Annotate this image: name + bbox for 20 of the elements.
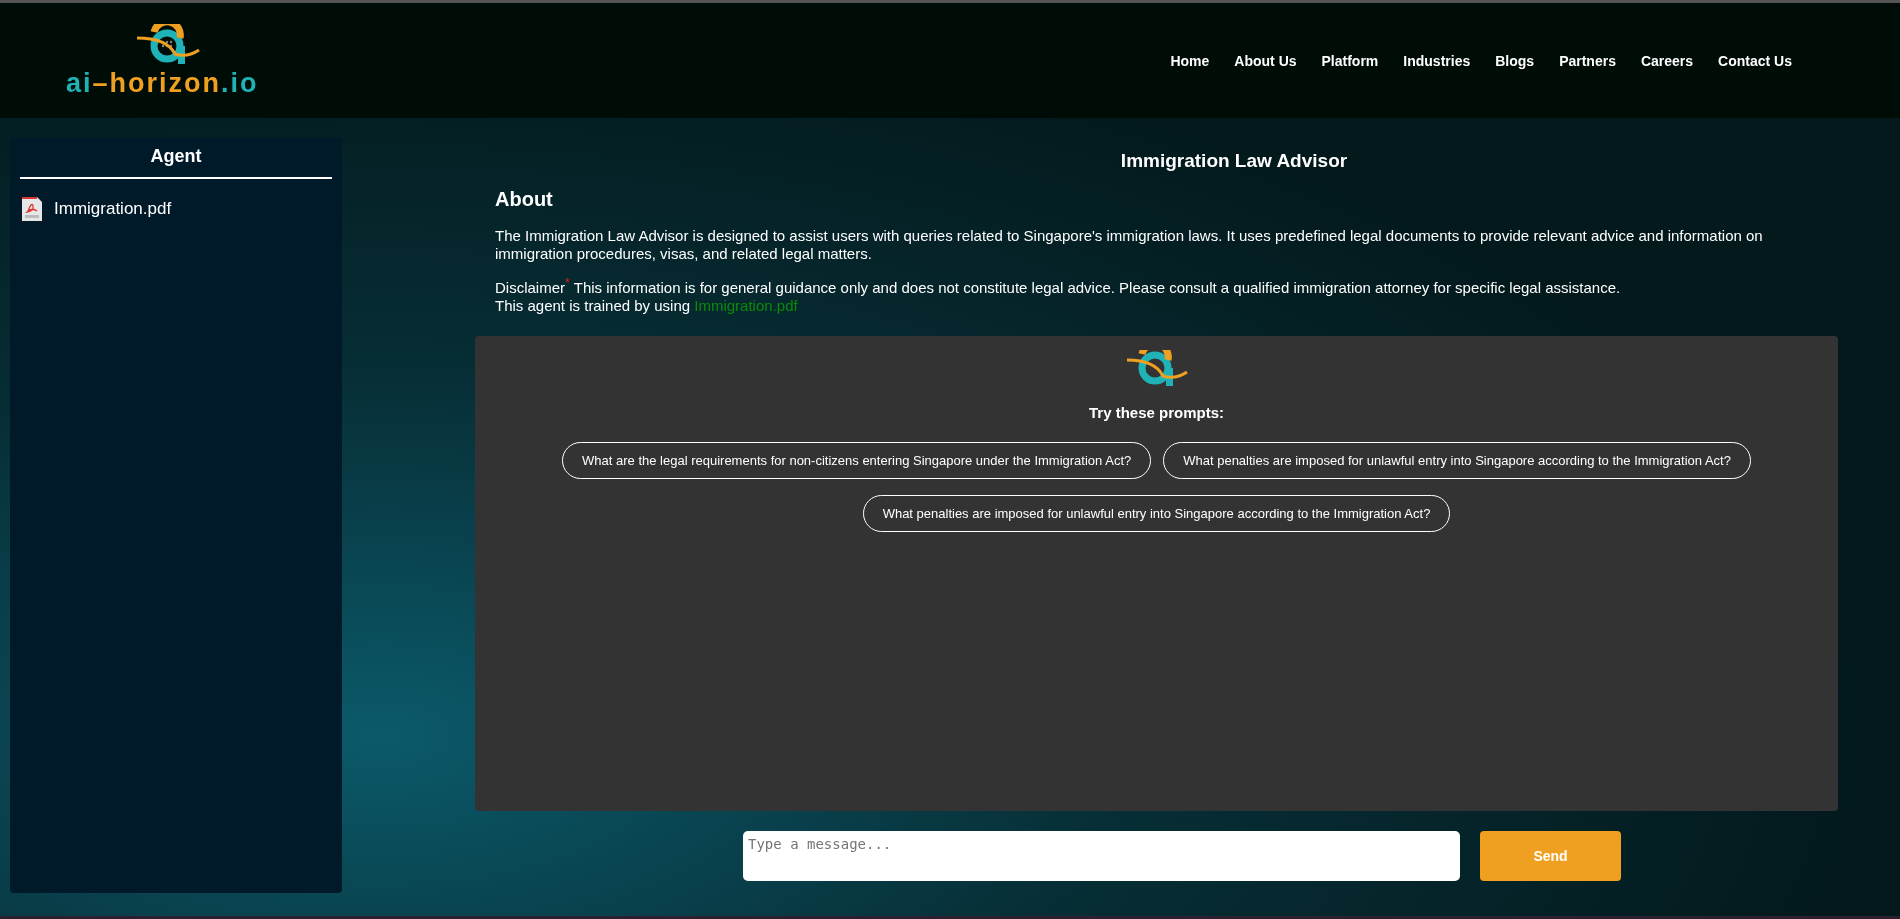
page-title: Immigration Law Advisor [1119,149,1349,172]
nav-link[interactable]: Platform [1321,52,1379,69]
section-heading: About [495,188,554,211]
file-item[interactable]: Immigration.pdf [20,179,332,239]
nav-link[interactable]: Careers [1640,52,1694,69]
pdf-file-icon [22,197,42,221]
training-note: This agent is trained by using Immigration.pdf [495,297,799,315]
nav-link[interactable]: Partners [1559,52,1616,69]
nav-link[interactable]: Blogs [1495,52,1535,69]
disclaimer-text: Disclaimer$^{*}$ This information is for general guidance only and does not constitute legal advice. Please consult a qualified immigration attorney for specific legal assistance. [495,275,1622,297]
logo[interactable]: ai–horizon.io [66,23,259,98]
nav-link[interactable]: About Us [1234,52,1297,69]
nav-link[interactable]: Industries [1403,52,1471,69]
description-text: The Immigration Law Advisor is designed to assist users with queries related to Singapore's immigration laws. It uses predefined legal documents to provide relevant advice and information on immigration procedures, visas, and related legal matters. [495,227,1764,263]
message-input[interactable]: Type a message... [743,831,1460,881]
logo-text: ai–horizon.io [66,67,259,98]
sidebar-title: Agent [149,145,203,168]
prompts-heading: Try these prompts: [1089,404,1224,421]
nav-link[interactable]: Home [1170,52,1210,69]
nav-link[interactable]: Contact Us [1718,52,1792,69]
